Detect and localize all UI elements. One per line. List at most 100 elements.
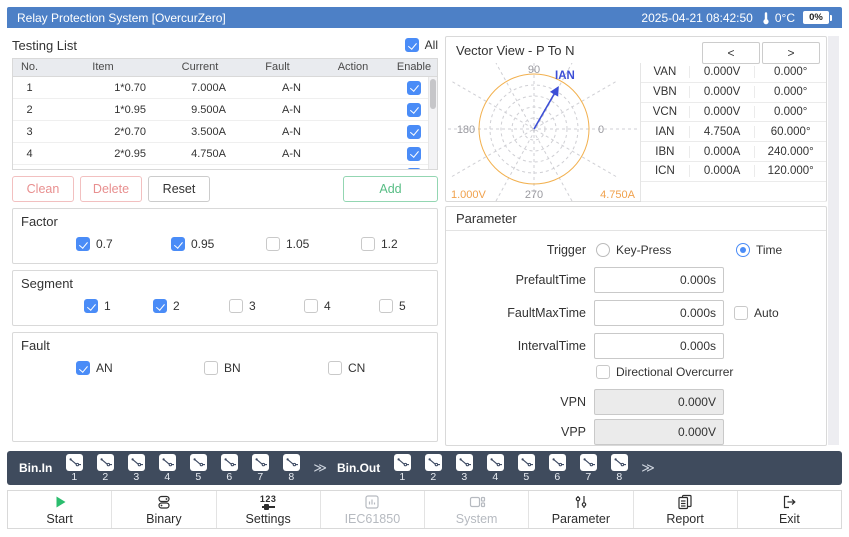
bin-in-channel[interactable]: 1	[62, 454, 86, 482]
bin-in-channel[interactable]: 6	[217, 454, 241, 482]
segment-3-checkbox[interactable]	[229, 299, 243, 313]
segment-4-checkbox[interactable]	[304, 299, 318, 313]
factor-1.2-checkbox[interactable]	[361, 237, 375, 251]
bin-out-channel[interactable]: 6	[545, 454, 569, 482]
bin-out-channel[interactable]: 7	[576, 454, 600, 482]
bin-in-channel[interactable]: 3	[124, 454, 148, 482]
table-row[interactable]: 3 2*0.70 3.500A A-N	[13, 121, 437, 143]
system-button[interactable]: System	[425, 491, 529, 528]
segment-5-checkbox[interactable]	[379, 299, 393, 313]
auto-option[interactable]: Auto	[734, 306, 779, 320]
start-button[interactable]: Start	[8, 491, 112, 528]
channel-number: 1	[399, 472, 405, 482]
delete-button[interactable]: Delete	[80, 176, 142, 202]
row-enable-checkbox[interactable]	[407, 125, 421, 139]
segment-option[interactable]: 1	[84, 299, 111, 313]
table-scrollbar[interactable]	[428, 77, 437, 169]
segment-title: Segment	[21, 276, 73, 291]
vector-next-button[interactable]: >	[762, 42, 820, 64]
bin-in-channel[interactable]: 5	[186, 454, 210, 482]
factor-option[interactable]: 0.95	[171, 237, 214, 251]
faultmax-time-input[interactable]	[594, 300, 724, 326]
bin-out-channel[interactable]: 5	[514, 454, 538, 482]
directional-overcurrent-option[interactable]: Directional Overcurrer	[596, 365, 733, 379]
interval-time-input[interactable]	[594, 333, 724, 359]
bin-out-channel[interactable]: 4	[483, 454, 507, 482]
report-button[interactable]: Report	[634, 491, 738, 528]
angle: 0.000°	[754, 86, 826, 98]
fault-cn-checkbox[interactable]	[328, 361, 342, 375]
col-fault: Fault	[240, 59, 315, 76]
option-label: 3	[249, 299, 256, 313]
prefault-time-input[interactable]	[594, 267, 724, 293]
binary-button[interactable]: Binary	[112, 491, 216, 528]
time-radio[interactable]	[736, 243, 750, 257]
segment-option[interactable]: 5	[379, 299, 406, 313]
table-row[interactable]: 1 1*0.70 7.000A A-N	[13, 77, 437, 99]
bin-in-channel[interactable]: 2	[93, 454, 117, 482]
switch-open-icon	[425, 454, 442, 471]
segment-option[interactable]: 4	[304, 299, 331, 313]
fault-option[interactable]: AN	[76, 361, 113, 375]
table-row-partial[interactable]	[13, 165, 437, 170]
segment-option[interactable]: 2	[153, 299, 180, 313]
vector-polar-chart: 90 180 0 270 1.000V 4.750A IAN	[448, 63, 638, 201]
row-enable-checkbox[interactable]	[407, 168, 421, 170]
bin-out-channel[interactable]: 2	[421, 454, 445, 482]
channel-number: 8	[288, 472, 294, 482]
select-all[interactable]: All	[405, 38, 438, 52]
switch-open-icon	[66, 454, 83, 471]
bin-out-channel[interactable]: 3	[452, 454, 476, 482]
right-scrollbar-track[interactable]	[828, 36, 839, 445]
bin-out-channel[interactable]: 8	[607, 454, 631, 482]
keypress-radio[interactable]	[596, 243, 610, 257]
segment-2-checkbox[interactable]	[153, 299, 167, 313]
directional-overcurrent-checkbox[interactable]	[596, 365, 610, 379]
row-enable-checkbox[interactable]	[407, 81, 421, 95]
bin-in-channel[interactable]: 8	[279, 454, 303, 482]
cell-item: 2*0.95	[46, 148, 160, 160]
bin-in-channel[interactable]: 7	[248, 454, 272, 482]
switch-open-icon	[611, 454, 628, 471]
fault-option[interactable]: CN	[328, 361, 365, 375]
bin-in-more-chevron[interactable]: ≫	[313, 460, 327, 476]
fault-bn-checkbox[interactable]	[204, 361, 218, 375]
exit-button[interactable]: Exit	[738, 491, 841, 528]
scrollbar-thumb[interactable]	[430, 79, 436, 109]
segment-option[interactable]: 3	[229, 299, 256, 313]
clean-button[interactable]: Clean	[12, 176, 74, 202]
factor-section: Factor 0.7 0.95 1.05 1.2	[12, 208, 438, 264]
channel-number: 5	[195, 472, 201, 482]
parameter-panel: Parameter Trigger Key-Press Time Prefaul…	[445, 206, 827, 446]
table-row[interactable]: 4 2*0.95 4.750A A-N	[13, 143, 437, 165]
factor-0.95-checkbox[interactable]	[171, 237, 185, 251]
reset-button[interactable]: Reset	[148, 176, 210, 202]
factor-0.7-checkbox[interactable]	[76, 237, 90, 251]
row-enable-checkbox[interactable]	[407, 147, 421, 161]
bin-out-more-chevron[interactable]: ≫	[641, 460, 655, 476]
vector-prev-button[interactable]: <	[702, 42, 760, 64]
factor-1.05-checkbox[interactable]	[266, 237, 280, 251]
vector-row: VAN 0.000V 0.000°	[641, 63, 826, 83]
factor-option[interactable]: 1.05	[266, 237, 309, 251]
cell-item: 1*0.70	[46, 82, 160, 94]
select-all-checkbox[interactable]	[405, 38, 419, 52]
bin-in-channel[interactable]: 4	[155, 454, 179, 482]
factor-option[interactable]: 1.2	[361, 237, 398, 251]
factor-option[interactable]: 0.7	[76, 237, 113, 251]
add-button[interactable]: Add	[343, 176, 438, 202]
settings-button[interactable]: 123 Settings	[217, 491, 321, 528]
auto-checkbox[interactable]	[734, 306, 748, 320]
bin-out-channel[interactable]: 1	[390, 454, 414, 482]
parameter-button[interactable]: Parameter	[529, 491, 633, 528]
table-row[interactable]: 2 1*0.95 9.500A A-N	[13, 99, 437, 121]
trigger-keypress-option[interactable]: Key-Press	[596, 243, 671, 257]
row-enable-checkbox[interactable]	[407, 103, 421, 117]
fault-an-checkbox[interactable]	[76, 361, 90, 375]
segment-1-checkbox[interactable]	[84, 299, 98, 313]
trigger-time-option[interactable]: Time	[736, 243, 782, 257]
phase-name: IAN	[641, 126, 689, 138]
fault-option[interactable]: BN	[204, 361, 241, 375]
toolbar-label: Start	[46, 512, 72, 526]
iec61850-button[interactable]: IEC61850	[321, 491, 425, 528]
